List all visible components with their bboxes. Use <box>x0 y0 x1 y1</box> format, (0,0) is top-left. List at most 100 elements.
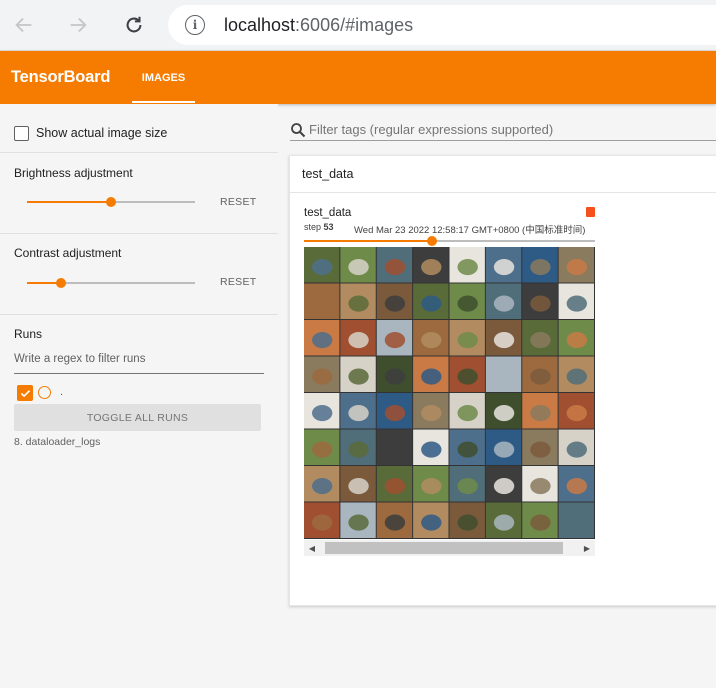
info-icon[interactable]: i <box>185 15 205 35</box>
image-tile-subject <box>348 368 369 385</box>
contrast-label: Contrast adjustment <box>14 246 122 260</box>
reload-icon <box>126 16 142 33</box>
show-actual-size-label: Show actual image size <box>36 126 168 140</box>
image-tile-subject <box>457 332 478 349</box>
image-tile-subject <box>421 441 442 458</box>
image-tile-subject <box>312 368 333 385</box>
runs-title: Runs <box>14 327 43 341</box>
image-tile-subject <box>421 405 442 422</box>
image-tile-subject <box>530 332 551 349</box>
image-tile-subject <box>493 332 515 349</box>
run-checkbox[interactable] <box>17 385 33 401</box>
image-tile-subject <box>457 478 478 495</box>
divider <box>0 152 278 153</box>
sidebar: Show actual image size Brightness adjust… <box>0 104 278 688</box>
image-tile-subject <box>348 405 369 422</box>
image-grid <box>304 247 595 539</box>
back-arrow-icon <box>15 17 32 33</box>
image-tile-subject <box>348 332 369 349</box>
image-tile-subject <box>566 368 587 385</box>
image-tile-subject <box>384 514 406 531</box>
active-tab-indicator <box>132 101 195 103</box>
image-tile-subject <box>566 405 587 422</box>
image-tile-subject <box>312 441 333 458</box>
brightness-slider-handle[interactable] <box>106 197 116 207</box>
tab-images[interactable]: IMAGES <box>132 51 195 104</box>
image-tile-subject <box>457 368 478 385</box>
image-tile-subject <box>312 259 333 276</box>
back-button[interactable] <box>9 10 39 40</box>
image-tile-subject <box>384 441 406 458</box>
image-tile-subject <box>457 259 478 276</box>
image-tile-subject <box>530 478 551 495</box>
step-slider-handle[interactable] <box>427 236 438 246</box>
image-tile-subject <box>493 295 515 312</box>
card-title: test_data <box>302 167 354 181</box>
image-tile-subject <box>312 295 333 312</box>
image-tile-subject <box>566 514 587 531</box>
image-tile-subject <box>348 441 369 458</box>
image-tile-subject <box>312 514 333 531</box>
image-tile-subject <box>566 441 587 458</box>
image-tile-subject <box>348 514 369 531</box>
forward-button[interactable] <box>63 10 93 40</box>
image-tile-subject <box>421 259 442 276</box>
scroll-left-icon[interactable]: ◀ <box>304 540 320 556</box>
image-tile-subject <box>493 441 515 458</box>
search-icon <box>291 123 306 138</box>
run-color-radio[interactable] <box>38 386 51 399</box>
image-tile-subject <box>566 295 587 312</box>
timestamp: Wed Mar 23 2022 12:58:17 GMT+0800 (中国标准时… <box>354 225 586 236</box>
image-tile-subject <box>530 405 551 422</box>
run-dot-label: . <box>60 386 64 398</box>
brightness-slider-fill <box>27 201 111 203</box>
image-tile-subject <box>530 259 551 276</box>
image-tile-subject <box>530 514 551 531</box>
image-tile-subject <box>566 259 587 276</box>
show-actual-size-checkbox[interactable] <box>14 126 29 141</box>
image-tile-subject <box>421 478 442 495</box>
app-header: TensorBoard IMAGES <box>0 51 716 104</box>
step-slider-fill <box>304 240 433 242</box>
app-title: TensorBoard <box>11 68 111 86</box>
image-tile-subject <box>530 441 551 458</box>
image-tile-subject <box>384 332 406 349</box>
image-tile-subject <box>384 259 406 276</box>
image-tile-subject <box>530 295 551 312</box>
image-tile-subject <box>384 368 406 385</box>
image-tile-subject <box>457 514 478 531</box>
image-tile-subject <box>493 259 515 276</box>
divider <box>0 314 278 315</box>
image-tile-subject <box>312 478 333 495</box>
image-tile-subject <box>348 295 369 312</box>
image-tile-subject <box>457 295 478 312</box>
image-tile-subject <box>530 368 551 385</box>
image-tile-subject <box>493 368 515 385</box>
image-tile-subject <box>566 332 587 349</box>
address-bar[interactable]: i localhost:6006/#images <box>168 5 716 45</box>
expand-icon[interactable] <box>586 207 595 217</box>
runs-filter-input[interactable]: Write a regex to filter runs <box>14 348 264 374</box>
tag-filter-placeholder: Filter tags (regular expressions support… <box>309 122 554 137</box>
image-tile-subject <box>421 295 442 312</box>
horizontal-scrollbar[interactable]: ◀ ▶ <box>304 540 595 556</box>
image-tile-subject <box>493 514 515 531</box>
image-tile-subject <box>384 478 406 495</box>
url-text: localhost:6006/#images <box>224 15 414 35</box>
toggle-all-runs-button[interactable]: TOGGLE ALL RUNS <box>14 404 261 431</box>
card-header[interactable]: test_data <box>290 156 716 193</box>
image-card: test_data test_data step 53 Wed Mar 23 2… <box>289 155 716 606</box>
contrast-reset-button[interactable]: RESET <box>220 276 257 288</box>
image-tile-subject <box>421 332 442 349</box>
image-tile-subject <box>493 478 515 495</box>
image-tile-subject <box>457 441 478 458</box>
step-label: step 53 <box>304 222 334 232</box>
scroll-right-icon[interactable]: ▶ <box>579 540 595 556</box>
image-tile-subject <box>384 295 406 312</box>
scrollbar-thumb[interactable] <box>325 542 563 554</box>
contrast-slider-handle[interactable] <box>55 278 66 288</box>
brightness-reset-button[interactable]: RESET <box>220 196 257 208</box>
run-name: 8. dataloader_logs <box>14 436 101 448</box>
reload-button[interactable] <box>119 10 149 40</box>
brightness-label: Brightness adjustment <box>14 166 133 180</box>
